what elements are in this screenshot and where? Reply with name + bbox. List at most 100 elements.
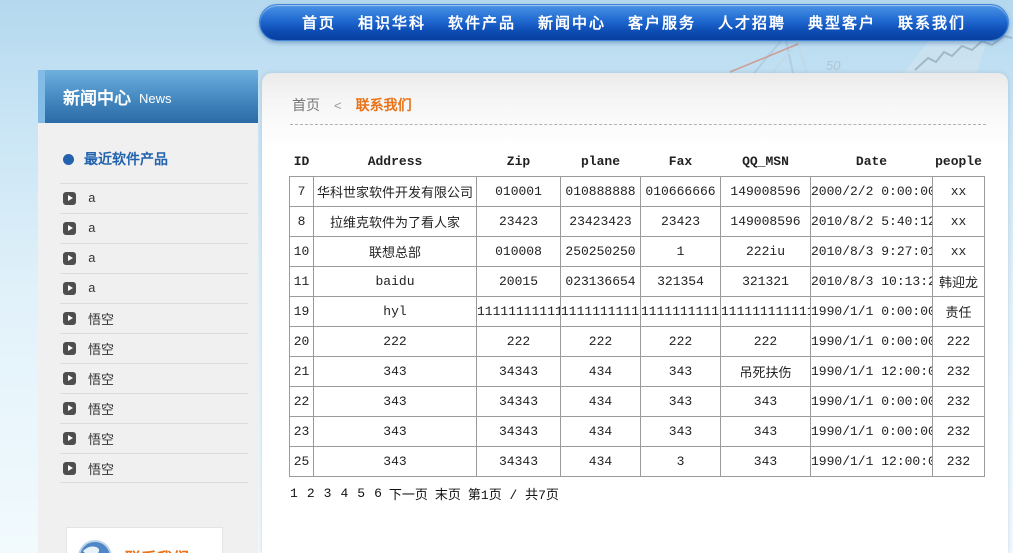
table-cell: 23423423 — [560, 206, 641, 237]
sidebar-news-item[interactable]: 悟空 — [60, 303, 248, 333]
arrow-icon — [63, 342, 76, 355]
table-cell: 联想总部 — [313, 236, 477, 267]
table-cell: 222 — [720, 326, 811, 357]
table-cell: 20 — [289, 326, 314, 357]
table-cell: 222iu — [720, 236, 811, 267]
pagination-next-link[interactable]: 下一页 — [389, 484, 428, 503]
nav-item[interactable]: 相识华科 — [358, 12, 426, 33]
table-cell: 1990/1/1 0:00:00 — [810, 326, 933, 357]
sidebar-news-item[interactable]: 悟空 — [60, 423, 248, 453]
table-cell: 23423 — [476, 206, 561, 237]
sidebar-section-link[interactable]: 最近软件产品 — [38, 123, 258, 183]
table-cell: 11111111111 — [560, 296, 641, 327]
table-cell: 434 — [560, 386, 641, 417]
sidebar-item-label: a — [88, 281, 96, 296]
table-cell: 25 — [289, 446, 314, 477]
sidebar-news-item[interactable]: a — [60, 183, 248, 213]
nav-item[interactable]: 软件产品 — [448, 12, 516, 33]
nav-item[interactable]: 客户服务 — [628, 12, 696, 33]
table-cell: 21 — [289, 356, 314, 387]
sidebar-news-item[interactable]: a — [60, 213, 248, 243]
breadcrumb-home-link[interactable]: 首页 — [292, 95, 320, 115]
arrow-icon — [63, 432, 76, 445]
table-cell: 222 — [313, 326, 477, 357]
globe-icon — [78, 540, 112, 553]
arrow-icon — [63, 312, 76, 325]
main-content-panel: 首页 < 联系我们 ID Address Zip plane Fax QQ_MSN Date… — [262, 73, 1008, 553]
pagination: 123456 下一页 末页 第1页 / 共7页 — [290, 484, 1008, 503]
deco-gauge-label: 50 — [826, 58, 841, 73]
page-number-link[interactable]: 1 — [290, 486, 298, 501]
table-cell: 434 — [560, 356, 641, 387]
contact-label: 联系我们 — [125, 545, 189, 553]
table-cell: 11111111111 — [640, 296, 721, 327]
table-cell: 010008 — [476, 236, 561, 267]
contacts-table: ID Address Zip plane Fax QQ_MSN Date people 7 华科… — [289, 152, 985, 477]
nav-item[interactable]: 新闻中心 — [538, 12, 606, 33]
nav-item[interactable]: 典型客户 — [808, 12, 876, 33]
table-cell: 149008596 — [720, 176, 811, 207]
table-cell: 250250250 — [560, 236, 641, 267]
table-cell: 1990/1/1 0:00:00 — [810, 386, 933, 417]
sidebar-item-label: 悟空 — [88, 373, 115, 388]
page-number-link[interactable]: 6 — [374, 486, 382, 501]
pagination-status: 第1页 / 共7页 — [467, 488, 559, 503]
table-cell: hyl — [313, 296, 477, 327]
top-navigation-bar: 首页 相识华科 软件产品 新闻中心 客户服务 人才招聘 典型客户 联系我们 — [259, 4, 1009, 41]
breadcrumb-current-link[interactable]: 联系我们 — [356, 95, 412, 115]
table-cell: 23423 — [640, 206, 721, 237]
page-number-link[interactable]: 5 — [357, 486, 365, 501]
sidebar: 新闻中心 News 最近软件产品 aaaa悟空悟空悟空悟空悟空悟空 联系我们 — [38, 70, 258, 553]
table-cell: 2010/8/3 9:27:01 — [810, 236, 933, 267]
page-number-link[interactable]: 4 — [340, 486, 348, 501]
table-cell: 023136654 — [560, 266, 641, 297]
table-cell: 吊死扶伤 — [720, 356, 811, 387]
table-cell: xx — [932, 176, 985, 207]
sidebar-news-item[interactable]: a — [60, 243, 248, 273]
arrow-icon — [63, 192, 76, 205]
arrow-icon — [63, 402, 76, 415]
table-row: 21 343 34343 434 343 吊死扶伤 1990/1/1 12:00:00 232 — [289, 356, 985, 387]
table-row: 22 343 34343 434 343 343 1990/1/1 0:00:00 232 — [289, 386, 985, 417]
table-cell: 343 — [720, 386, 811, 417]
sidebar-contact-link[interactable]: 联系我们 — [66, 527, 223, 553]
breadcrumb-separator-icon: < — [334, 97, 342, 113]
table-cell: baidu — [313, 266, 477, 297]
nav-item[interactable]: 首页 — [302, 12, 336, 33]
table-cell: 343 — [313, 416, 477, 447]
table-cell: 149008596 — [720, 206, 811, 237]
table-cell: 23 — [289, 416, 314, 447]
sidebar-item-label: 悟空 — [88, 403, 115, 418]
pagination-last-link[interactable]: 末页 — [435, 484, 461, 503]
nav-item[interactable]: 联系我们 — [898, 12, 966, 33]
table-row: 20 222 222 222 222 222 1990/1/1 0:00:00 222 — [289, 326, 985, 357]
sidebar-item-label: 悟空 — [88, 313, 115, 328]
table-cell: 343 — [640, 356, 721, 387]
arrow-icon — [63, 372, 76, 385]
breadcrumb: 首页 < 联系我们 — [262, 73, 1008, 115]
table-cell: 责任 — [932, 296, 985, 327]
sidebar-news-item[interactable]: 悟空 — [60, 393, 248, 423]
sidebar-news-item[interactable]: 悟空 — [60, 363, 248, 393]
table-cell: 343 — [640, 386, 721, 417]
sidebar-news-item[interactable]: 悟空 — [60, 453, 248, 483]
table-cell: 19 — [289, 296, 314, 327]
sidebar-item-label: 悟空 — [88, 462, 115, 478]
page-number-link[interactable]: 2 — [307, 486, 315, 501]
table-cell: 343 — [313, 386, 477, 417]
sidebar-news-item[interactable]: 悟空 — [60, 333, 248, 363]
table-cell: 拉维克软件为了看人家 — [313, 206, 477, 237]
sidebar-news-item[interactable]: a — [60, 273, 248, 303]
table-header-row: ID Address Zip plane Fax QQ_MSN Date people — [290, 152, 985, 177]
table-cell: 34343 — [476, 356, 561, 387]
table-cell: 1 — [640, 236, 721, 267]
table-cell: 010888888 — [560, 176, 641, 207]
table-cell: xx — [932, 206, 985, 237]
table-cell: 韩迎龙 — [932, 266, 985, 297]
sidebar-subtitle: News — [139, 91, 172, 106]
nav-item[interactable]: 人才招聘 — [718, 12, 786, 33]
column-header: Fax — [668, 154, 693, 169]
page-number-link[interactable]: 3 — [324, 486, 332, 501]
table-cell: 8 — [289, 206, 314, 237]
sidebar-section-label: 最近软件产品 — [84, 151, 168, 167]
